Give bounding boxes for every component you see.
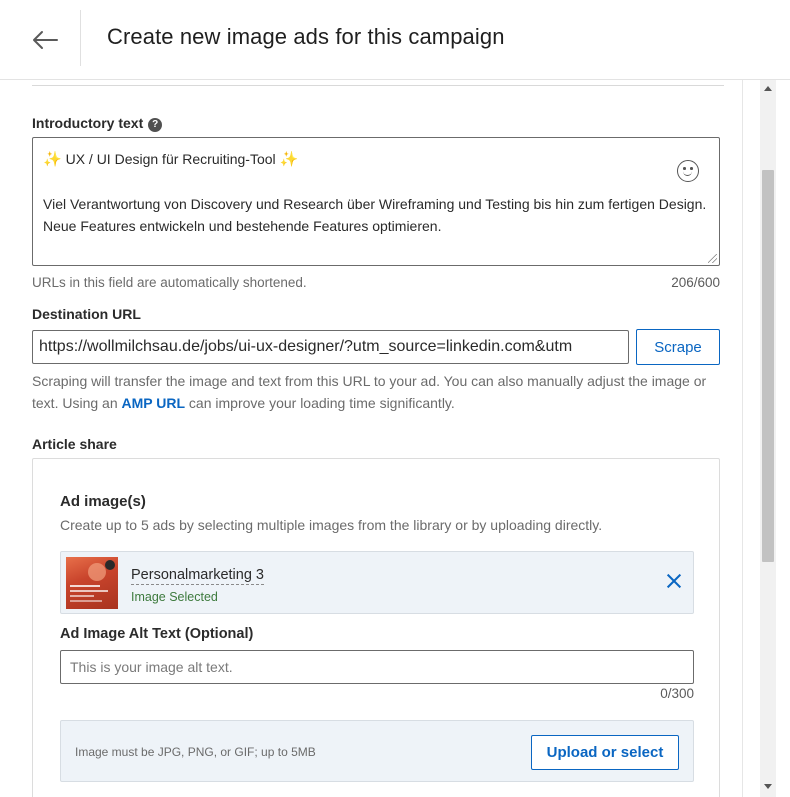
scrape-button[interactable]: Scrape (636, 329, 720, 365)
amp-url-link[interactable]: AMP URL (122, 395, 186, 411)
panel-border (742, 80, 743, 797)
scroll-down-icon[interactable] (764, 784, 772, 789)
back-arrow-icon (33, 31, 58, 49)
article-share-label: Article share (32, 436, 117, 452)
header-divider (80, 10, 81, 66)
intro-hint: URLs in this field are automatically sho… (32, 275, 307, 290)
image-name[interactable]: Personalmarketing 3 (131, 567, 264, 585)
sparkle-icon: ✨ (279, 151, 299, 168)
section-divider (32, 85, 724, 86)
alt-text-counter: 0/300 (660, 686, 694, 701)
upload-hint: Image must be JPG, PNG, or GIF; up to 5M… (75, 745, 316, 759)
article-share-card: Ad image(s) Create up to 5 ads by select… (32, 458, 720, 797)
upload-or-select-button[interactable]: Upload or select (531, 735, 679, 770)
upload-box: Image must be JPG, PNG, or GIF; up to 5M… (60, 720, 694, 782)
destination-url-input[interactable]: https://wollmilchsau.de/jobs/ui-ux-desig… (32, 330, 629, 364)
intro-textarea[interactable]: ✨ UX / UI Design für Recruiting-Tool ✨ V… (32, 137, 720, 266)
scrape-note-text-end: can improve your loading time significan… (185, 395, 455, 411)
intro-char-counter: 206/600 (671, 275, 720, 290)
ad-images-title: Ad image(s) (60, 493, 146, 510)
resize-handle[interactable] (708, 254, 717, 263)
alt-text-input[interactable] (60, 650, 694, 684)
close-icon[interactable] (665, 572, 683, 590)
intro-label: Introductory text (32, 115, 144, 131)
intro-label-wrap: Introductory text? (32, 115, 163, 132)
selected-image-row: Personalmarketing 3 Image Selected (60, 551, 694, 614)
modal-header: Create new image ads for this campaign (0, 0, 790, 80)
destination-url-label: Destination URL (32, 306, 141, 322)
scrollbar[interactable] (760, 80, 776, 797)
intro-headline: ✨ UX / UI Design für Recruiting-Tool ✨ (43, 148, 709, 171)
scrape-note: Scraping will transfer the image and tex… (32, 370, 722, 414)
scroll-up-icon[interactable] (764, 86, 772, 91)
image-thumbnail[interactable] (66, 557, 118, 609)
emoji-picker-smiley-icon[interactable] (677, 160, 699, 182)
alt-text-label: Ad Image Alt Text (Optional) (60, 626, 254, 642)
intro-body-text: Viel Verantwortung von Discovery und Res… (43, 196, 707, 234)
back-button[interactable] (24, 20, 66, 60)
intro-headline-text: UX / UI Design für Recruiting-Tool (65, 151, 276, 167)
ad-images-subtitle: Create up to 5 ads by selecting multiple… (60, 517, 603, 533)
page-title: Create new image ads for this campaign (107, 24, 505, 49)
help-icon[interactable]: ? (148, 117, 163, 132)
form-scroll-area[interactable]: Introductory text? ✨ UX / UI Design für … (0, 80, 790, 797)
image-status: Image Selected (131, 590, 218, 604)
scrollbar-thumb[interactable] (762, 170, 774, 562)
sparkle-icon: ✨ (43, 151, 62, 168)
